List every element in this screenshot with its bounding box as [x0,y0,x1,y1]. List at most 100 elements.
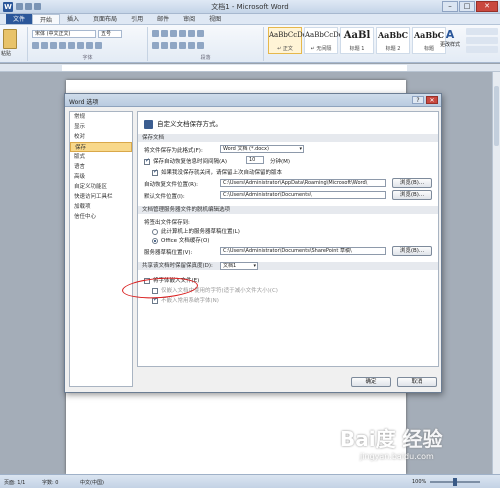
radio-server-drafts[interactable] [152,228,158,235]
shading-icon[interactable] [197,42,204,49]
close-window-button[interactable]: ✕ [476,1,498,12]
autorecover-minutes-input[interactable]: 10 [246,156,264,164]
save-format-select[interactable]: Word 文档 (*.docx) [220,145,304,153]
change-styles-button[interactable]: A 更改样式 [440,28,460,54]
paste-icon[interactable] [3,29,17,49]
default-path-input[interactable]: C:\Users\Administrator\Documents\ [220,191,386,199]
nav-language[interactable]: 语言 [70,162,132,172]
nav-add-ins[interactable]: 加载项 [70,202,132,212]
sort-icon[interactable] [197,30,204,37]
server-drafts-path-input[interactable]: C:\Users\Administrator\Documents\SharePo… [220,247,386,255]
decrease-indent-icon[interactable] [179,30,186,37]
justify-icon[interactable] [179,42,186,49]
tab-view[interactable]: 视图 [202,14,228,24]
tab-home[interactable]: 开始 [32,14,61,24]
find-button[interactable] [466,28,498,35]
strikethrough-icon[interactable] [59,42,66,49]
clipboard-group: 粘贴 [0,27,28,61]
vertical-scrollbar[interactable] [492,72,500,474]
styles-gallery: AaBbCcDd ↵ 正文 AaBbCcDd ↵ 无间隔 AaBl 标题 1 AaBb… [268,27,448,54]
multilevel-list-icon[interactable] [170,30,177,37]
align-center-icon[interactable] [161,42,168,49]
nav-quick-access-toolbar[interactable]: 快速访问工具栏 [70,192,132,202]
select-button[interactable] [466,46,498,53]
nav-typography[interactable]: 版式 [70,152,132,162]
tab-insert[interactable]: 插入 [60,14,86,24]
style-heading-1[interactable]: AaBl 标题 1 [340,27,374,54]
font-color-icon[interactable] [86,42,93,49]
bullets-icon[interactable] [152,30,159,37]
autorecover-unit: 分钟(M) [270,159,291,165]
ok-button[interactable]: 确定 [351,377,391,387]
word-count[interactable]: 字数: 0 [42,479,58,486]
style-name: ↵ 无间隔 [310,46,332,52]
style-sample: AaBl [343,30,371,41]
font-name-select[interactable]: 宋体 (中文正文) [32,30,96,38]
paste-label[interactable]: 粘贴 [1,50,11,57]
dialog-close-button[interactable]: ✕ [426,96,438,104]
nav-customize-ribbon[interactable]: 自定义功能区 [70,182,132,192]
autorecover-path-input[interactable]: C:\Users\Administrator\AppData\Roaming\M… [220,179,386,187]
style-normal[interactable]: AaBbCcDd ↵ 正文 [268,27,308,54]
line-spacing-icon[interactable] [188,42,195,49]
zoom-slider-thumb[interactable] [453,478,457,486]
change-styles-label: 更改样式 [440,42,461,48]
fidelity-document-select[interactable]: 文档1 [220,262,258,270]
word-options-dialog: Word 选项 ? ✕ 常规 显示 校对 保存 版式 语言 高级 自定义功能区 … [64,93,442,393]
window-title: 文档1 - Microsoft Word [211,3,289,11]
nav-display[interactable]: 显示 [70,122,132,132]
font-format-icons [32,42,104,49]
maximize-button[interactable]: □ [459,1,475,12]
format-label: 将文件保存为此格式(F): [144,148,203,154]
style-sample: AaBbCcDd [305,31,344,39]
highlight-icon[interactable] [95,42,102,49]
minimize-button[interactable]: – [442,1,458,12]
subscript-icon[interactable] [68,42,75,49]
panel-header-text: 自定义文档保存方式。 [157,120,222,128]
radio-office-cache-row: Office 文档缓存(O) [152,236,209,244]
help-button[interactable]: ? [412,96,424,104]
scrollbar-thumb[interactable] [494,86,499,146]
align-right-icon[interactable] [170,42,177,49]
bold-icon[interactable] [32,42,39,49]
style-no-spacing[interactable]: AaBbCcDd ↵ 无间隔 [304,27,344,54]
tab-mailings[interactable]: 邮件 [150,14,176,24]
style-sample: AaBbC [377,30,409,40]
increase-indent-icon[interactable] [188,30,195,37]
ribbon-tabs: 文件 开始 插入 页面布局 引用 邮件 审阅 视图 [0,14,500,25]
ruler-document-area [62,65,407,71]
autorecover-checkbox[interactable] [144,157,150,165]
nav-general[interactable]: 常规 [70,112,132,122]
zoom-level[interactable]: 100% [412,479,426,485]
nav-trust-center[interactable]: 信任中心 [70,212,132,222]
page-count[interactable]: 页面: 1/1 [4,479,25,486]
nav-save[interactable]: 保存 [70,142,132,152]
paragraph-group-label: 段落 [200,55,211,61]
browse-autorecover-button[interactable]: 浏览(B)... [392,178,432,188]
nav-advanced[interactable]: 高级 [70,172,132,182]
replace-button[interactable] [466,37,498,44]
language-indicator[interactable]: 中文(中国) [80,479,104,486]
tab-page-layout[interactable]: 页面布局 [86,14,124,24]
tab-review[interactable]: 审阅 [176,14,202,24]
tab-file[interactable]: 文件 [6,14,33,24]
autorecover-row: 保存自动恢复信息时间间隔(A) [144,157,227,165]
align-left-icon[interactable] [152,42,159,49]
style-heading-2[interactable]: AaBbC 标题 2 [376,27,410,54]
nav-proofing[interactable]: 校对 [70,132,132,142]
horizontal-ruler[interactable] [0,64,500,72]
numbering-icon[interactable] [161,30,168,37]
align-icons [152,42,206,49]
cancel-button[interactable]: 取消 [397,377,437,387]
tab-references[interactable]: 引用 [124,14,150,24]
keep-last-version-checkbox[interactable] [152,168,158,176]
underline-icon[interactable] [50,42,57,49]
radio-office-cache[interactable] [152,237,158,244]
browse-server-drafts-button[interactable]: 浏览(B)... [392,246,432,256]
italic-icon[interactable] [41,42,48,49]
font-size-select[interactable]: 五号 [98,30,122,38]
style-sample: AaBbCcDd [269,31,308,39]
browse-default-button[interactable]: 浏览(B)... [392,190,432,200]
section-offline-editing: 文档管理服务器文件的脱机编辑选项 [138,206,438,214]
superscript-icon[interactable] [77,42,84,49]
